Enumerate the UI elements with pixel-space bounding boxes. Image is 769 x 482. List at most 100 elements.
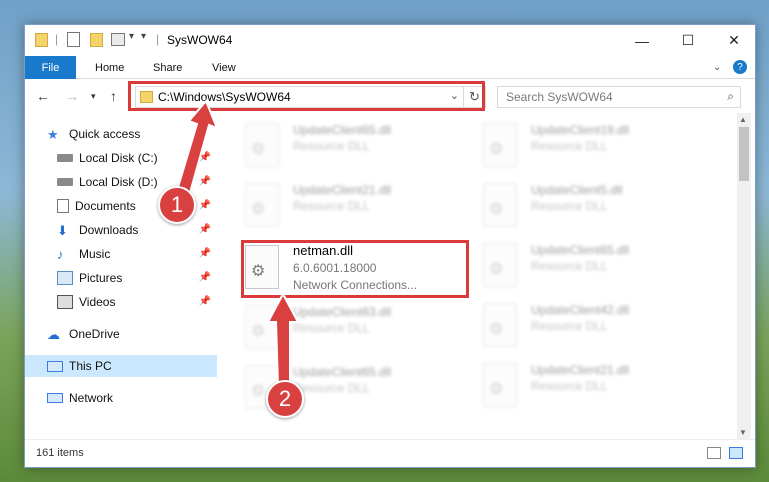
- separator: |: [55, 32, 59, 46]
- sidebar-item-label: This PC: [69, 359, 112, 373]
- recent-locations-button[interactable]: ▾: [91, 91, 96, 102]
- file-description: Resource DLL: [293, 199, 370, 213]
- tab-home[interactable]: Home: [95, 56, 124, 79]
- close-button[interactable]: ✕: [711, 25, 757, 56]
- scroll-up-icon[interactable]: ▲: [739, 115, 747, 124]
- pin-icon[interactable]: 📌: [199, 200, 211, 211]
- folder-icon[interactable]: [35, 33, 48, 47]
- sidebar-item-videos[interactable]: Videos 📌: [25, 291, 217, 313]
- file-name: UpdateClient63.dll: [293, 305, 392, 319]
- file-item[interactable]: ⚙ UpdateClient5.dll Resource DLL: [481, 179, 701, 237]
- scroll-thumb[interactable]: [739, 127, 749, 181]
- callout-badge-1: 1: [158, 186, 196, 224]
- large-icons-view-icon[interactable]: [729, 447, 743, 459]
- videos-icon: [57, 295, 73, 309]
- view-options-icon[interactable]: [111, 33, 125, 46]
- file-item[interactable]: ⚙ UpdateClient65.dll Resource DLL: [481, 239, 701, 297]
- tab-file[interactable]: File: [25, 56, 76, 79]
- details-view-icon[interactable]: [707, 447, 721, 459]
- gear-icon: ⚙: [489, 381, 504, 398]
- file-description: Resource DLL: [531, 259, 608, 273]
- new-folder-icon[interactable]: [90, 33, 103, 47]
- pin-icon[interactable]: 📌: [199, 248, 211, 259]
- sidebar-item-label: Documents: [75, 199, 136, 213]
- sidebar-item-onedrive[interactable]: ☁ OneDrive: [25, 323, 217, 345]
- file-name: UpdateClient42.dll: [531, 303, 630, 317]
- minimize-button[interactable]: —: [619, 25, 665, 56]
- downloads-icon: ⬇: [57, 223, 68, 238]
- file-item[interactable]: ⚙ UpdateClient42.dll Resource DLL: [481, 299, 701, 357]
- sidebar-item-local-disk-c[interactable]: Local Disk (C:) 📌: [25, 147, 217, 169]
- cloud-icon: ☁: [47, 327, 60, 342]
- help-icon[interactable]: ?: [733, 60, 747, 74]
- file-description: Resource DLL: [531, 199, 608, 213]
- ribbon: File Home Share View ⌄ ?: [25, 56, 755, 79]
- file-name: UpdateClient19.dll: [531, 123, 630, 137]
- gear-icon: ⚙: [251, 201, 266, 218]
- file-name: UpdateClient5.dll: [531, 183, 623, 197]
- title-bar: | ▾ ▾ | SysWOW64 — ☐ ✕: [25, 25, 755, 56]
- file-highlight-box: [241, 240, 469, 298]
- search-icon[interactable]: ⌕: [727, 89, 734, 104]
- callout-badge-2: 2: [266, 380, 304, 418]
- file-name: UpdateClient21.dll: [293, 183, 392, 197]
- file-name: UpdateClient65.dll: [293, 123, 392, 137]
- pin-icon[interactable]: 📌: [199, 152, 211, 163]
- sidebar-item-label: Local Disk (D:): [79, 175, 158, 189]
- separator: |: [156, 32, 160, 46]
- sidebar-item-label: Pictures: [79, 271, 123, 285]
- file-item[interactable]: ⚙ UpdateClient63.dll Resource DLL: [243, 301, 463, 359]
- search-placeholder: Search SysWOW64: [506, 90, 613, 104]
- file-item[interactable]: ⚙ UpdateClient19.dll Resource DLL: [481, 119, 701, 177]
- documents-icon: [57, 199, 69, 213]
- sidebar-item-network[interactable]: Network: [25, 387, 217, 409]
- navigation-pane: ★ Quick access Local Disk (C:) 📌 Local D…: [25, 115, 225, 433]
- file-description: Resource DLL: [293, 321, 370, 335]
- pictures-icon: [57, 271, 73, 285]
- maximize-button[interactable]: ☐: [665, 25, 711, 56]
- file-description: Resource DLL: [293, 139, 370, 153]
- file-description: Resource DLL: [531, 319, 608, 333]
- sidebar-item-label: OneDrive: [69, 327, 120, 341]
- file-item[interactable]: ⚙ UpdateClient21.dll Resource DLL: [481, 359, 701, 417]
- file-item[interactable]: ⚙ UpdateClient65.dll Resource DLL: [243, 119, 463, 177]
- file-name: UpdateClient65.dll: [293, 365, 392, 379]
- gear-icon: ⚙: [489, 321, 504, 338]
- address-highlight-box: [128, 81, 485, 111]
- gear-icon: ⚙: [489, 141, 504, 158]
- pin-icon[interactable]: 📌: [199, 176, 211, 187]
- file-description: Resource DLL: [531, 139, 608, 153]
- tab-view[interactable]: View: [212, 56, 236, 79]
- up-button[interactable]: ↑: [110, 88, 117, 104]
- status-bar: 161 items: [25, 439, 755, 467]
- properties-icon[interactable]: [67, 32, 80, 47]
- gear-icon: ⚙: [251, 323, 266, 340]
- item-count: 161 items: [36, 447, 84, 459]
- chevron-down-icon[interactable]: ▾: [129, 31, 134, 49]
- expand-ribbon-icon[interactable]: ⌄: [713, 56, 721, 79]
- sidebar-item-pictures[interactable]: Pictures 📌: [25, 267, 217, 289]
- sidebar-item-music[interactable]: ♪ Music 📌: [25, 243, 217, 265]
- vertical-scrollbar[interactable]: ▲ ▼: [737, 113, 751, 439]
- sidebar-item-this-pc[interactable]: This PC: [25, 355, 217, 377]
- search-input[interactable]: Search SysWOW64 ⌕: [497, 86, 741, 108]
- window-title: SysWOW64: [167, 33, 233, 47]
- customize-toolbar-icon[interactable]: ▾: [141, 31, 146, 49]
- gear-icon: ⚙: [489, 201, 504, 218]
- sidebar-item-label: Music: [79, 247, 111, 261]
- tab-share[interactable]: Share: [153, 56, 182, 79]
- drive-icon: [57, 178, 73, 186]
- file-item[interactable]: ⚙ UpdateClient21.dll Resource DLL: [243, 179, 463, 237]
- forward-button[interactable]: →: [65, 88, 79, 104]
- scroll-down-icon[interactable]: ▼: [739, 428, 747, 437]
- pin-icon[interactable]: 📌: [199, 272, 211, 283]
- computer-icon: [47, 360, 63, 372]
- sidebar-item-label: Network: [69, 391, 114, 405]
- star-icon: ★: [47, 127, 59, 142]
- back-button[interactable]: ←: [36, 88, 50, 104]
- pin-icon[interactable]: 📌: [199, 224, 211, 235]
- sidebar-item-downloads[interactable]: ⬇ Downloads 📌: [25, 219, 217, 241]
- sidebar-item-quick-access[interactable]: ★ Quick access: [25, 123, 217, 145]
- pin-icon[interactable]: 📌: [199, 296, 211, 307]
- network-icon: [47, 393, 63, 403]
